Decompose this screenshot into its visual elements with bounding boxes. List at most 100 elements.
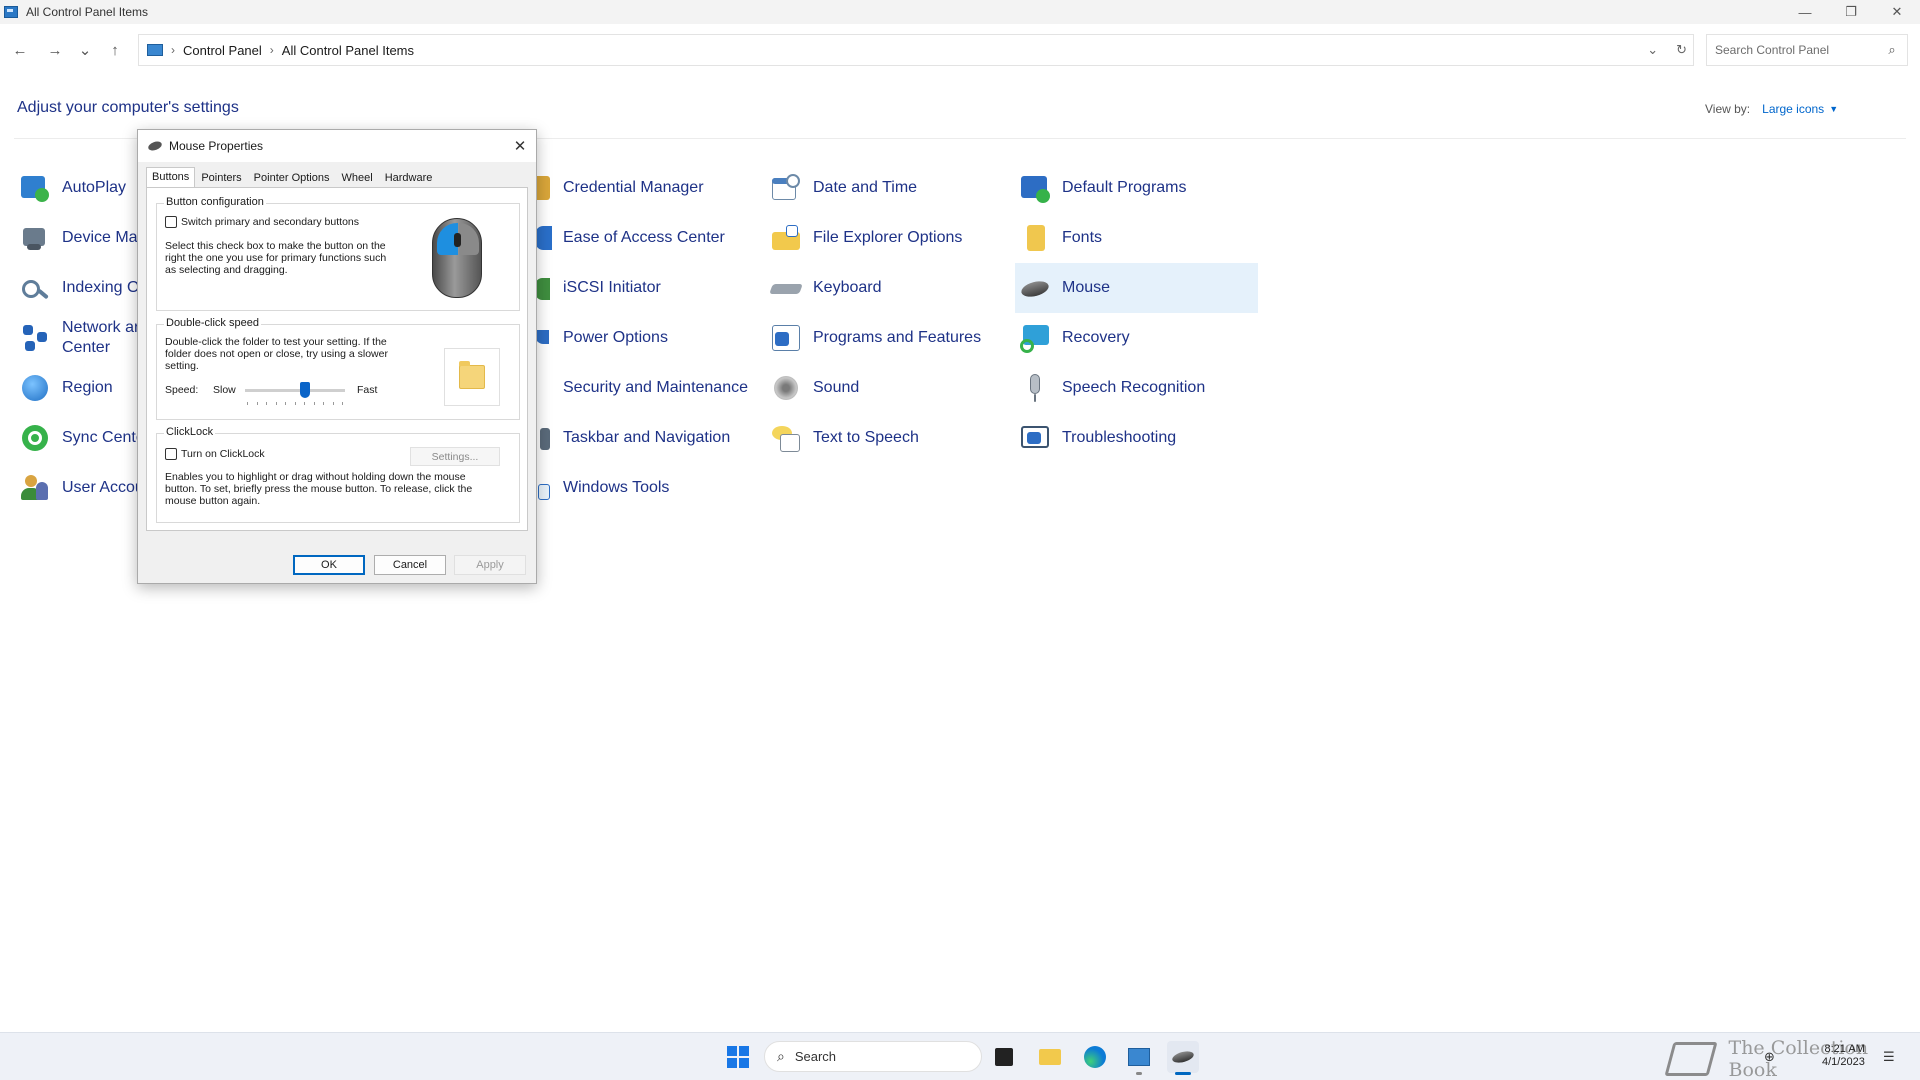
cp-item-file-explorer-options[interactable]: File Explorer Options	[766, 213, 962, 263]
cp-item-mouse[interactable]: Mouse	[1015, 263, 1258, 313]
view-by-dropdown[interactable]: Large icons	[1762, 102, 1824, 116]
cp-item-date-time[interactable]: Date and Time	[766, 163, 917, 213]
tab-pointer-options[interactable]: Pointer Options	[248, 168, 336, 187]
caret-down-icon[interactable]: ▼	[1829, 104, 1838, 114]
cp-item-recovery[interactable]: Recovery	[1015, 313, 1130, 363]
back-button[interactable]: ←	[6, 38, 34, 62]
cp-item-security-maintenance[interactable]: Security and Maintenance	[516, 363, 748, 413]
clicklock-checkbox-row[interactable]: Turn on ClickLock	[165, 448, 265, 460]
notifications-icon[interactable]: ☰	[1883, 1049, 1895, 1065]
clicklock-checkbox[interactable]	[165, 448, 177, 460]
switch-buttons-checkbox-row[interactable]: Switch primary and secondary buttons	[165, 216, 359, 228]
fonts-icon	[1019, 222, 1051, 254]
breadcrumb-control-panel[interactable]: Control Panel	[183, 43, 262, 58]
cp-item-user-accounts[interactable]: User Accou	[15, 463, 144, 513]
forward-button[interactable]: →	[41, 38, 69, 62]
button-config-description: Select this check box to make the button…	[165, 240, 387, 276]
taskbar-search-label: Search	[794, 1049, 837, 1064]
cp-item-windows-tools[interactable]: Windows Tools	[516, 463, 669, 513]
cp-item-ease-of-access[interactable]: Ease of Access Center	[516, 213, 725, 263]
address-dropdown-icon[interactable]: ⌄	[1647, 42, 1658, 58]
cp-item-programs-features[interactable]: Programs and Features	[766, 313, 981, 363]
cp-item-label: Recovery	[1062, 329, 1130, 346]
cp-item-label: User Accou	[62, 479, 144, 496]
cp-item-label: Sound	[813, 379, 860, 396]
cp-item-credential-manager[interactable]: Credential Manager	[516, 163, 704, 213]
cp-item-taskbar-navigation[interactable]: Taskbar and Navigation	[516, 413, 730, 463]
checkbox-label: Switch primary and secondary buttons	[181, 216, 360, 228]
address-tools: ⌄ ↻	[1647, 35, 1687, 65]
clock[interactable]: 8:21 AM 4/1/2023	[1822, 1043, 1865, 1069]
cp-item-troubleshooting[interactable]: Troubleshooting	[1015, 413, 1176, 463]
search-input[interactable]	[1707, 36, 1877, 64]
view-by-label: View by:	[1705, 102, 1751, 116]
cp-item-label: Security and Maintenance	[563, 379, 748, 396]
ok-button[interactable]: OK	[293, 555, 365, 575]
cp-item-sync-center[interactable]: Sync Cente	[15, 413, 145, 463]
cp-item-label: Keyboard	[813, 279, 882, 296]
clicklock-settings-button[interactable]: Settings...	[410, 447, 500, 466]
window-controls: — ❐ ✕	[1782, 0, 1920, 24]
close-button[interactable]: ✕	[1874, 0, 1920, 24]
breadcrumb-separator: ›	[269, 43, 274, 57]
cp-item-keyboard[interactable]: Keyboard	[766, 263, 882, 313]
cp-item-network-sharing[interactable]: Network ar Center	[15, 313, 139, 363]
book-icon	[1664, 1042, 1718, 1076]
cp-item-label: Speech Recognition	[1062, 379, 1206, 396]
cp-item-label: File Explorer Options	[813, 229, 963, 246]
cp-item-label: Credential Manager	[563, 179, 704, 196]
keyboard-icon	[769, 272, 803, 304]
recent-locations-button[interactable]: ⌄	[71, 38, 99, 62]
text-to-speech-icon	[770, 422, 802, 454]
tab-pointers[interactable]: Pointers	[195, 168, 247, 187]
tab-hardware[interactable]: Hardware	[379, 168, 439, 187]
cp-item-speech-recognition[interactable]: Speech Recognition	[1015, 363, 1205, 413]
up-button[interactable]: ↑	[101, 38, 129, 62]
cp-item-region[interactable]: Region	[15, 363, 113, 413]
network-tray-icon[interactable]: ⊕	[1764, 1049, 1775, 1065]
dialog-close-button[interactable]: ✕	[510, 136, 530, 156]
mouse-icon	[1019, 272, 1051, 304]
edge-icon[interactable]	[1079, 1041, 1111, 1073]
minimize-button[interactable]: —	[1782, 0, 1828, 24]
double-click-speed-group: Double-click speed Double-click the fold…	[156, 317, 520, 420]
file-explorer-icon[interactable]	[1034, 1041, 1066, 1073]
tab-wheel[interactable]: Wheel	[336, 168, 379, 187]
switch-buttons-checkbox[interactable]	[165, 216, 177, 228]
cancel-button[interactable]: Cancel	[374, 555, 446, 575]
test-folder[interactable]	[444, 348, 500, 406]
search-icon[interactable]: ⌕	[1877, 42, 1907, 58]
folder-options-icon	[770, 222, 802, 254]
cp-item-text-to-speech[interactable]: Text to Speech	[766, 413, 919, 463]
slow-label: Slow	[213, 384, 236, 396]
cp-item-sound[interactable]: Sound	[766, 363, 859, 413]
cp-item-iscsi-initiator[interactable]: iSCSI Initiator	[516, 263, 661, 313]
speed-slider-thumb[interactable]	[300, 382, 310, 398]
microphone-icon	[1019, 372, 1051, 404]
cp-item-label: Windows Tools	[563, 479, 670, 496]
control-panel-taskbar-icon[interactable]	[1123, 1041, 1155, 1075]
recovery-icon	[1019, 322, 1051, 354]
mouse-properties-taskbar-icon[interactable]	[1167, 1041, 1199, 1075]
cp-item-label: AutoPlay	[62, 179, 127, 196]
cp-item-indexing-options[interactable]: Indexing O	[15, 263, 139, 313]
group-label: Button configuration	[164, 196, 266, 208]
cp-item-fonts[interactable]: Fonts	[1015, 213, 1102, 263]
refresh-icon[interactable]: ↻	[1676, 42, 1687, 58]
address-bar[interactable]: › Control Panel › All Control Panel Item…	[138, 34, 1694, 66]
apply-button[interactable]: Apply	[454, 555, 526, 575]
breadcrumb-all-items[interactable]: All Control Panel Items	[282, 43, 414, 58]
windows-start-icon[interactable]	[727, 1046, 749, 1068]
cp-item-default-programs[interactable]: Default Programs	[1015, 163, 1187, 213]
programs-icon	[770, 322, 802, 354]
restore-button[interactable]: ❐	[1828, 0, 1874, 24]
task-view-icon[interactable]	[988, 1041, 1020, 1073]
control-panel-icon	[147, 44, 163, 56]
taskbar-search[interactable]: ⌕ Search	[764, 1041, 982, 1072]
tab-buttons[interactable]: Buttons	[146, 167, 196, 188]
cp-item-device-manager[interactable]: Device Mar	[15, 213, 143, 263]
cp-item-power-options[interactable]: Power Options	[516, 313, 668, 363]
speed-slider-track[interactable]	[245, 389, 345, 392]
time: 8:21 AM	[1824, 1043, 1865, 1055]
cp-item-autoplay[interactable]: AutoPlay	[15, 163, 126, 213]
